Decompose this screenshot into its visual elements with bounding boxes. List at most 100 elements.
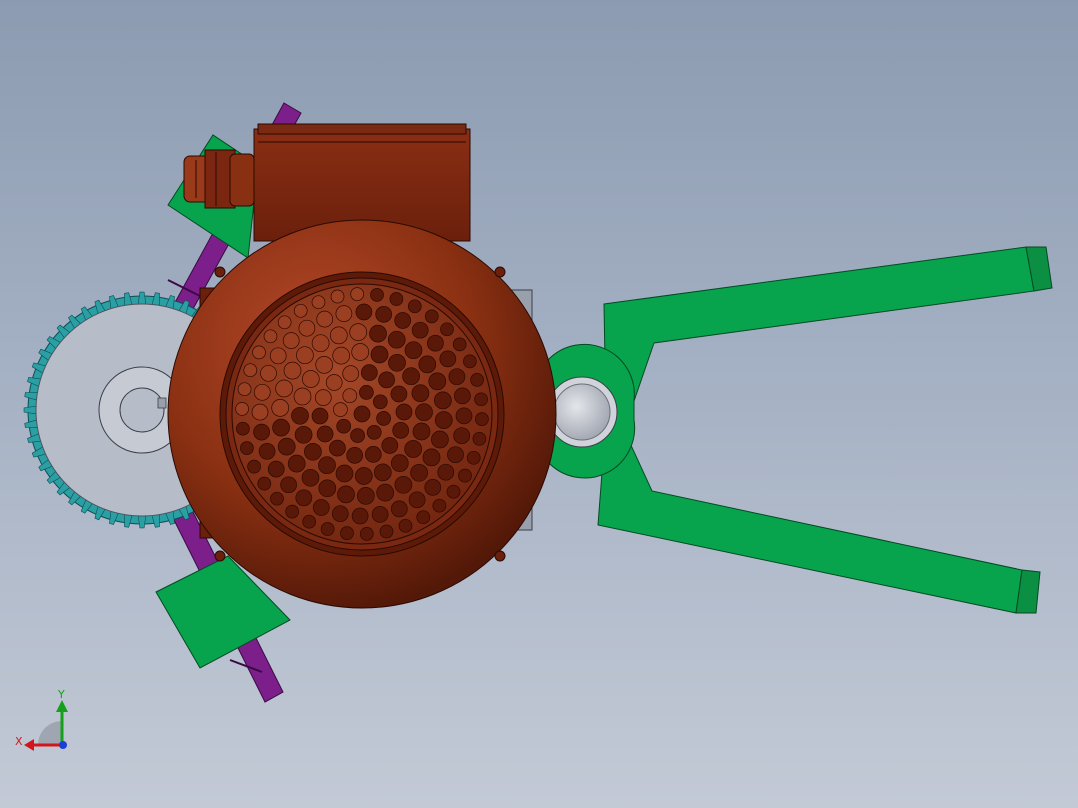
vent-hole: [346, 447, 364, 464]
vent-hole: [472, 431, 487, 446]
vent-hole: [434, 391, 452, 410]
vent-hole: [404, 440, 423, 458]
vent-hole: [453, 427, 471, 445]
vent-hole: [455, 407, 473, 425]
vent-hole: [296, 346, 314, 365]
vent-hole: [395, 403, 413, 421]
vent-hole: [332, 346, 351, 365]
vent-hole: [291, 406, 309, 425]
vent-hole: [351, 343, 370, 361]
vent-hole: [350, 428, 365, 443]
vent-hole: [447, 446, 464, 464]
vent-hole: [398, 518, 413, 533]
vent-hole: [410, 463, 428, 482]
vent-hole: [314, 389, 332, 406]
vent-hole: [253, 423, 270, 441]
gripper-jaw: [546, 246, 1053, 614]
vent-hole: [354, 467, 373, 485]
vent-hole: [475, 412, 489, 426]
vent-hole: [439, 350, 457, 368]
vent-hole: [293, 303, 308, 318]
vent-hole: [364, 446, 382, 463]
vent-hole: [320, 522, 335, 536]
vent-hole: [329, 326, 348, 345]
vent-hole: [318, 456, 336, 475]
vent-hole: [353, 405, 371, 423]
vent-hole: [315, 356, 334, 374]
vent-hole: [333, 402, 348, 417]
cad-viewport[interactable]: Y X: [0, 0, 1078, 808]
vent-hole: [335, 305, 353, 322]
cad-model-scene[interactable]: Y X: [0, 0, 1078, 808]
vent-hole: [422, 448, 441, 467]
vent-hole: [277, 315, 292, 330]
vent-hole: [434, 411, 453, 429]
vent-hole: [394, 312, 412, 329]
vent-hole: [448, 368, 466, 386]
vent-hole: [392, 422, 410, 439]
vent-hole: [329, 439, 346, 457]
vent-hole: [295, 489, 313, 507]
vent-hole: [360, 364, 378, 381]
vent-hole: [267, 460, 285, 478]
vent-hole: [359, 385, 374, 400]
vent-hole: [298, 319, 316, 337]
vent-hole: [257, 476, 272, 491]
vent-hole: [388, 353, 406, 372]
vent-hole: [404, 341, 423, 360]
vent-hole: [311, 295, 326, 310]
coordinate-triad[interactable]: Y X: [15, 688, 68, 751]
gear-tooth: [137, 291, 147, 305]
vent-hole: [427, 334, 444, 352]
vent-hole: [390, 500, 408, 518]
vent-hole: [235, 402, 249, 416]
vent-hole: [418, 355, 437, 374]
vent-hole: [359, 527, 374, 541]
vent-hole: [270, 491, 284, 506]
vent-hole: [366, 424, 382, 440]
vent-hole: [293, 387, 312, 406]
vent-hole: [269, 347, 287, 365]
vent-hole: [336, 418, 352, 434]
vent-hole: [372, 394, 388, 410]
vent-hole: [252, 345, 266, 360]
vent-hole: [371, 506, 389, 523]
vent-hole: [301, 468, 320, 487]
vent-hole: [356, 487, 375, 505]
vent-hole: [390, 385, 408, 403]
vent-hole: [236, 421, 250, 436]
vent-hole: [408, 491, 426, 509]
vent-hole: [240, 441, 254, 455]
vent-hole: [355, 303, 373, 321]
vent-hole: [302, 514, 317, 529]
vent-hole: [378, 371, 395, 389]
vent-hole: [304, 442, 322, 461]
vent-hole: [407, 299, 422, 314]
vent-hole: [272, 418, 290, 437]
vent-hole: [335, 464, 354, 483]
vent-hole: [390, 454, 409, 472]
vent-hole: [294, 425, 313, 444]
vent-hole: [437, 463, 455, 481]
vent-hole: [342, 388, 358, 404]
vent-hole: [340, 526, 354, 540]
z-axis-marker: [59, 741, 67, 749]
vent-hole: [311, 334, 330, 353]
vent-hole: [452, 337, 467, 352]
vent-hole: [432, 498, 447, 513]
vent-hole: [387, 330, 406, 349]
vent-hole: [424, 309, 439, 324]
vent-hole: [428, 372, 447, 391]
vent-hole: [350, 287, 365, 301]
gear-tooth: [137, 515, 147, 529]
vent-hole: [260, 364, 277, 382]
vent-hole: [415, 403, 433, 422]
vent-hole: [349, 323, 368, 341]
vent-hole: [318, 479, 337, 498]
vent-hole: [381, 437, 399, 454]
vent-hole: [311, 407, 329, 425]
vent-hole: [283, 361, 302, 380]
vent-hole: [402, 367, 420, 386]
cable-gland: [183, 149, 255, 209]
vent-hole: [411, 321, 429, 339]
